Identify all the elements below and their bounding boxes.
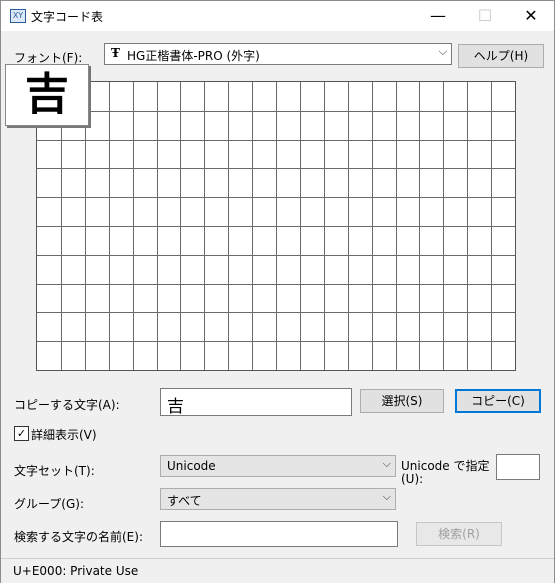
group-select[interactable]: すべて ⌵ (160, 488, 396, 510)
copy-chars-label: コピーする文字(A): (14, 398, 120, 412)
chevron-down-icon: ⌵ (438, 45, 447, 58)
character-grid[interactable] (36, 81, 516, 371)
charset-select-value: Unicode (167, 459, 216, 473)
chevron-down-icon: ⌵ (382, 490, 391, 503)
minimize-button[interactable]: — (415, 1, 461, 31)
copy-button[interactable]: コピー(C) (455, 389, 541, 413)
charset-select[interactable]: Unicode ⌵ (160, 455, 396, 477)
character-grid-lines (37, 82, 515, 370)
search-button[interactable]: 検索(R) (416, 522, 502, 546)
group-label: グループ(G): (14, 497, 84, 511)
select-button[interactable]: 選択(S) (360, 389, 444, 413)
copy-chars-input[interactable]: 吉 (160, 388, 352, 417)
truetype-font-icon: Ŧ (111, 46, 120, 60)
font-select[interactable]: Ŧ HG正楷書体-PRO (外字) ⌵ (104, 43, 452, 65)
character-preview: 吉 (5, 64, 89, 126)
character-map-window: XY 文字コード表 — ☐ ✕ フォント(F): Ŧ HG正楷書体-PRO (外… (0, 0, 555, 583)
advanced-view-label: 詳細表示(V) (31, 428, 97, 442)
unicode-spec-input[interactable] (496, 454, 540, 480)
help-button[interactable]: ヘルプ(H) (458, 44, 544, 68)
font-select-value: HG正楷書体-PRO (外字) (127, 49, 260, 63)
window-title: 文字コード表 (31, 10, 104, 24)
group-select-value: すべて (167, 494, 202, 508)
advanced-view-checkbox[interactable]: ✓ (14, 426, 29, 441)
unicode-spec-label-accel: (U): (401, 472, 424, 486)
status-bar: U+E000: Private Use (1, 558, 554, 583)
search-label: 検索する文字の名前(E): (14, 530, 143, 544)
copy-chars-value: 吉 (167, 397, 184, 417)
charmap-app-icon: XY (10, 9, 26, 23)
status-text: U+E000: Private Use (13, 564, 139, 578)
charset-label: 文字セット(T): (14, 464, 95, 478)
close-button[interactable]: ✕ (508, 1, 554, 31)
maximize-button[interactable]: ☐ (462, 1, 508, 31)
title-bar: XY 文字コード表 — ☐ ✕ (1, 1, 554, 31)
chevron-down-icon: ⌵ (382, 457, 391, 470)
search-input[interactable] (160, 521, 398, 547)
